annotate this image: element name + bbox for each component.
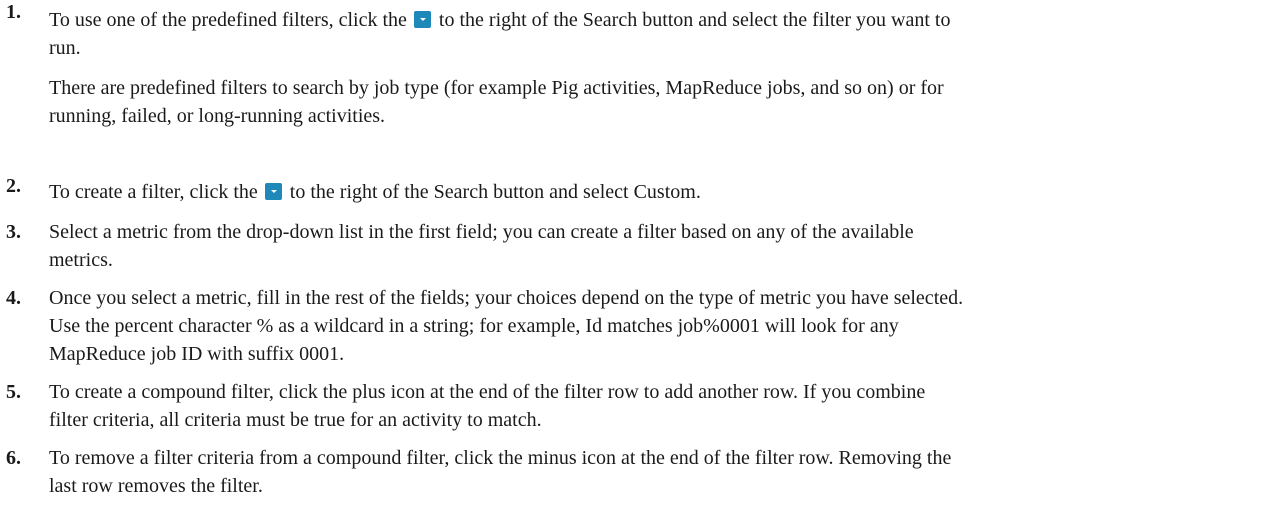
step-text-part: To use one of the predefined filters, cl… [49,9,407,31]
step-note: There are predefined filters to search b… [49,74,1259,130]
step-text-line: metrics. [49,249,113,271]
step-instruction: To use one of the predefined filters, cl… [49,6,1259,62]
step-number: 2. [6,175,21,197]
step-text-line: Once you select a metric, fill in the re… [49,287,964,309]
step-text: To use one of the predefined filters, cl… [49,4,1259,130]
step-text: To create a compound filter, click the p… [49,378,1259,434]
step-text: Once you select a metric, fill in the re… [49,284,1259,368]
step-instruction: Once you select a metric, fill in the re… [49,284,1259,368]
step-text-part: run. [49,37,81,59]
step-text-part: to the right of the Search button and se… [289,181,701,203]
step-text: Select a metric from the drop-down list … [49,218,1259,274]
instruction-list: 1. To use one of the predefined filters,… [0,0,1268,521]
step-text-line: To create a compound filter, click the p… [49,381,926,403]
step-text-line: MapReduce job ID with suffix 0001. [49,343,345,365]
step-instruction: To create a filter, click the to the rig… [49,178,1259,206]
step-text-line: last row removes the filter. [49,475,263,497]
step-text: To create a filter, click the to the rig… [49,178,1259,206]
step-text-part: to the right of the Search button and se… [438,9,951,31]
step-number: 5. [6,381,21,403]
step-instruction: To remove a filter criteria from a compo… [49,444,1259,500]
step-note-line: running, failed, or long-running activit… [49,105,386,127]
step-text: To remove a filter criteria from a compo… [49,444,1259,500]
step-number: 4. [6,287,21,309]
step-text-line: filter criteria, all criteria must be tr… [49,409,542,431]
chevron-down-icon [264,183,282,200]
step-text-line: Use the percent character % as a wildcar… [49,315,899,337]
step-text-part: To create a filter, click the [49,181,258,203]
step-instruction: Select a metric from the drop-down list … [49,218,1259,274]
step-note-line: There are predefined filters to search b… [49,77,944,99]
step-number: 3. [6,221,21,243]
step-text-line: To remove a filter criteria from a compo… [49,447,952,469]
step-number: 6. [6,447,21,469]
chevron-down-icon [413,11,431,28]
step-instruction: To create a compound filter, click the p… [49,378,1259,434]
step-number: 1. [6,1,21,23]
step-text-line: Select a metric from the drop-down list … [49,221,914,243]
